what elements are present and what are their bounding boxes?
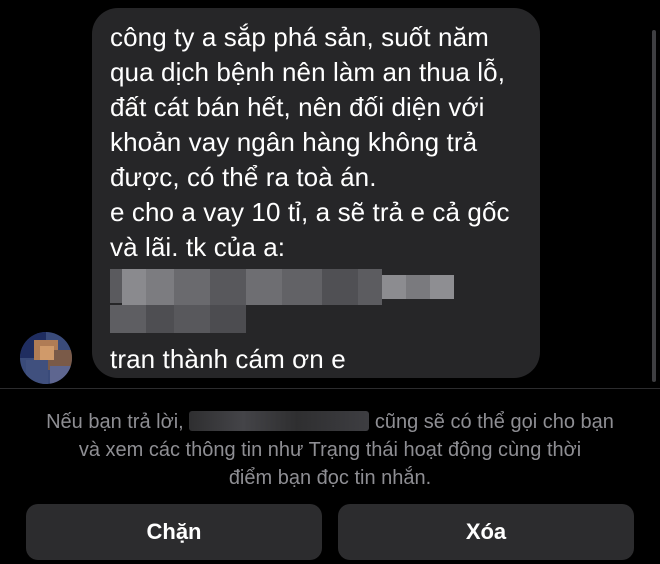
redaction-block [174,269,210,305]
redaction-block [146,269,174,305]
redaction-block [146,305,174,333]
message-line: và lãi. tk của a: [110,232,286,262]
redaction-block [406,275,430,299]
message-request-notice: Nếu bạn trả lời, cũng sẽ có thể gọi cho … [20,408,640,492]
redaction-block [246,269,282,305]
redaction-block [322,269,358,305]
message-line: được, có thể ra toà án. [110,162,377,192]
redaction-block [174,305,210,333]
delete-button[interactable]: Xóa [338,504,634,560]
scrollbar[interactable] [652,30,656,382]
divider [0,388,660,389]
redaction-block [430,275,454,299]
redaction-block [122,269,146,305]
redaction-block [110,305,146,333]
redaction-block [282,269,322,305]
notice-prefix: Nếu bạn trả lời, [46,411,184,433]
redaction-block [110,269,122,303]
redaction-block [382,275,406,299]
notice-line-3: điểm bạn đọc tin nhắn. [228,467,432,489]
avatar-pixel [40,346,54,360]
avatar-pixel [26,360,48,384]
incoming-message-bubble[interactable]: công ty a sắp phá sản, suốt năm qua dịch… [92,8,540,378]
notice-suffix: cũng sẽ có thể gọi cho bạn [374,411,614,433]
sender-avatar[interactable] [20,332,72,384]
block-button[interactable]: Chặn [26,504,322,560]
message-line: công ty a sắp phá sản, suốt năm [110,22,489,52]
message-line: e cho a vay 10 tỉ, a sẽ trả e cả gốc [110,197,510,227]
notice-line-2: và xem các thông tin như Trạng thái hoạt… [78,439,582,461]
message-signature: tran thành cám ơn e [110,344,346,374]
message-line: khoản vay ngân hàng không trả [110,127,478,157]
avatar-pixel [50,366,72,384]
redacted-account-number [110,269,470,341]
message-request-screen: công ty a sắp phá sản, suốt năm qua dịch… [0,0,660,564]
redaction-block [358,269,382,305]
chat-area[interactable]: công ty a sắp phá sản, suốt năm qua dịch… [0,0,660,386]
redacted-sender-name [189,411,370,431]
message-line: đất cát bán hết, nên đối diện với [110,92,485,122]
redaction-block [210,269,246,305]
message-line: qua dịch bệnh nên làm an thua lỗ, [110,57,506,87]
redaction-block [210,305,246,333]
